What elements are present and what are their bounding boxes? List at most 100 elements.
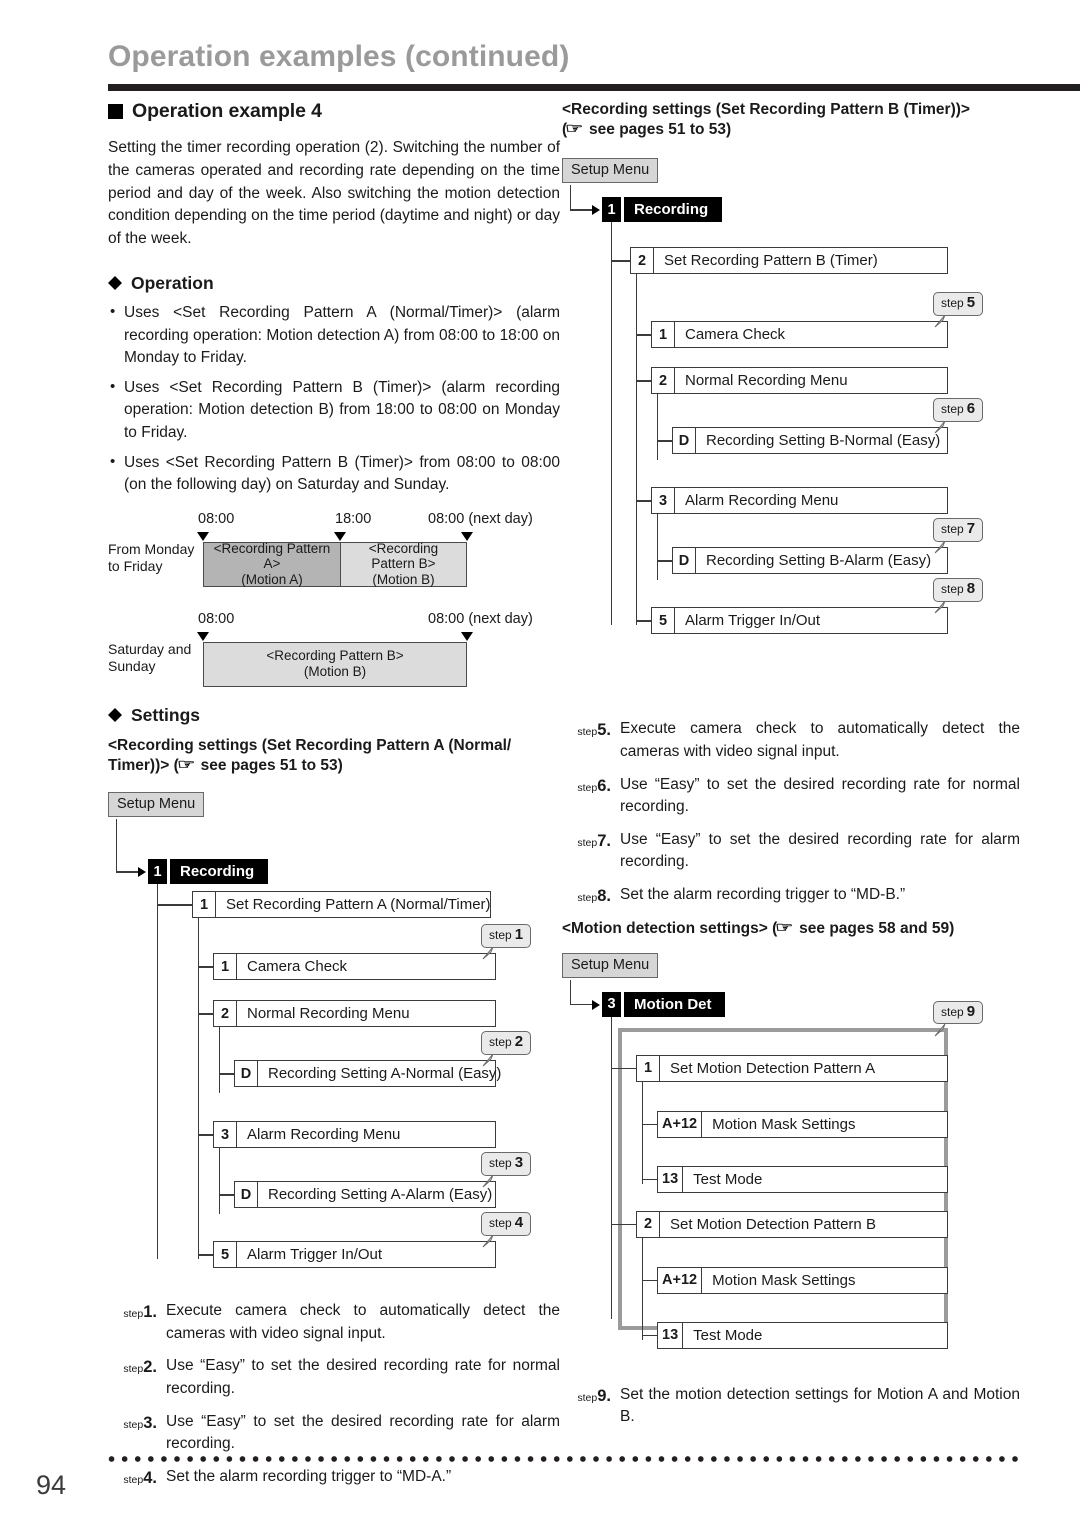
flow-row[interactable]: 5 Alarm Trigger In/Out (213, 1241, 496, 1269)
menu-label: Recording (170, 859, 269, 885)
timeline-bar: <Recording Pattern A> (Motion A) <Record… (203, 540, 467, 588)
step-callout-number: 3 (514, 1154, 524, 1172)
flow-row[interactable]: A+12 Motion Mask Settings (657, 1110, 948, 1138)
step-callout-tail-icon (482, 947, 494, 960)
connector-line (116, 871, 140, 873)
step-callout-tail-icon (482, 1235, 494, 1248)
step-callout-tail-icon (934, 541, 946, 554)
step-text: Use “Easy” to set the desired recording … (166, 1357, 560, 1398)
flow-row[interactable]: 1 Set Motion Detection Pattern A (636, 1054, 948, 1082)
hand-pointer-icon: ☞ (565, 120, 584, 137)
step-callout-number: 2 (514, 1033, 524, 1051)
flow-row-number: A+12 (658, 1267, 703, 1293)
flow-row[interactable]: 1 Set Recording Pattern A (Normal/Timer) (192, 891, 491, 919)
motion-detection-steps-list: step9. Set the motion detection settings… (562, 1384, 1020, 1429)
step-callout-tail-icon (934, 1023, 946, 1037)
connector-line (219, 1073, 235, 1075)
flow-row[interactable]: D Recording Setting B-Normal (Easy) (672, 427, 948, 455)
flow-row[interactable]: 5 Alarm Trigger In/Out (651, 607, 948, 635)
connector-line (157, 904, 192, 906)
connector-line (219, 1027, 221, 1094)
diamond-bullet-icon (108, 701, 122, 723)
flow-row[interactable]: 2 Set Recording Pattern B (Timer) (630, 247, 948, 275)
step-text: Set the motion detection settings for Mo… (620, 1385, 1020, 1426)
flow-row-label: Normal Recording Menu (247, 1005, 410, 1023)
step-callout-word: step (489, 1216, 512, 1231)
step-key: step8. (577, 887, 611, 906)
menu-recording-bar[interactable]: 1 Recording (148, 859, 269, 885)
operation-bullet-list: Uses <Set Recording Pattern A (Normal/Ti… (108, 301, 560, 497)
timeline-saturday-sunday: 08:00 08:00 (next day) Saturday and Sund… (108, 611, 560, 697)
flow-row[interactable]: D Recording Setting A-Alarm (Easy) (234, 1181, 496, 1209)
step-callout-number: 8 (966, 580, 976, 598)
list-item: Uses <Set Recording Pattern B (Timer)> f… (108, 451, 560, 497)
connector-line (642, 1279, 658, 1282)
step-callout: step 4 (481, 1212, 532, 1236)
flow-row-number: D (673, 428, 696, 454)
step-callout: step 7 (933, 518, 984, 542)
setup-menu-box[interactable]: Setup Menu (562, 158, 659, 184)
timeline-time-label: 08:00 (next day) (428, 510, 533, 527)
hand-pointer-icon: ☞ (176, 756, 196, 773)
step-callout-word: step (941, 1004, 964, 1019)
footer-dotted-rule (105, 1455, 1020, 1463)
setup-menu-box[interactable]: Setup Menu (108, 792, 205, 818)
flow-row-number: D (235, 1061, 258, 1087)
menu-recording-bar[interactable]: 1 Recording (602, 197, 723, 223)
flow-row[interactable]: 3 Alarm Recording Menu (651, 487, 948, 515)
timeline-segment: <Recording Pattern B> (Motion B) (339, 540, 466, 587)
flow-row-label: Set Recording Pattern A (Normal/Timer) (226, 896, 491, 914)
connector-line (642, 1178, 658, 1181)
recording-pattern-b-flowchart: Setup Menu 1 Recording 2 Set Recording P… (562, 158, 1020, 635)
flow-row[interactable]: 13 Test Mode (657, 1321, 948, 1349)
step-callout-word: step (941, 522, 964, 537)
motion-detection-subheading: <Motion detection settings> (☞ see pages… (562, 919, 1020, 939)
subheading-line2-pre: Timer))> ( (108, 757, 179, 775)
timeline-time-label: 08:00 (198, 510, 235, 527)
subheading-line2-post: see pages 51 to 53) (584, 121, 732, 139)
setup-menu-box[interactable]: Setup Menu (562, 952, 659, 978)
step-text: Execute camera check to automatically de… (166, 1302, 560, 1342)
flow-row-number: 13 (658, 1166, 684, 1192)
step-key: step5. (577, 721, 611, 740)
flow-row-label: Recording Setting A-Alarm (Easy) (268, 1186, 493, 1204)
timeline-segment: <Recording Pattern B> (Motion B) (204, 642, 466, 686)
connector-line (642, 1237, 644, 1340)
timeline-row-label-line2: Sunday (108, 657, 156, 674)
flow-row[interactable]: D Recording Setting A-Normal (Easy) (234, 1060, 501, 1088)
flow-row-number: 2 (214, 1001, 237, 1027)
menu-number: 3 (602, 991, 621, 1017)
timeline-row-label: From Monday to Friday (108, 541, 194, 575)
connector-line (198, 1013, 214, 1015)
step-callout: step 9 (933, 1000, 984, 1025)
step-callout: step 8 (933, 578, 984, 602)
flow-row[interactable]: D Recording Setting B-Alarm (Easy) (672, 547, 948, 575)
segment-line2: (Motion A) (241, 572, 303, 588)
flow-row[interactable]: 2 Normal Recording Menu (651, 367, 948, 395)
flow-row[interactable]: 1 Camera Check (213, 953, 496, 981)
connector-line (611, 1067, 637, 1070)
flow-row[interactable]: 3 Alarm Recording Menu (213, 1121, 496, 1149)
page-number: 94 (36, 1470, 67, 1500)
step-callout-tail-icon (482, 1054, 494, 1067)
segment-line1: <Recording (368, 540, 439, 556)
flow-row[interactable]: 2 Set Motion Detection Pattern B (636, 1210, 948, 1238)
flow-row[interactable]: 13 Test Mode (657, 1165, 948, 1193)
step-item: step5. Execute camera check to automatic… (562, 718, 1020, 763)
flow-row[interactable]: 1 Camera Check (651, 321, 948, 349)
subheading-line2-post: see pages 51 to 53) (196, 757, 343, 775)
flow-row-label: Set Motion Detection Pattern B (670, 1215, 876, 1233)
flow-row[interactable]: A+12 Motion Mask Settings (657, 1266, 948, 1294)
timeline-row-label-line1: From Monday (108, 540, 195, 557)
timeline-row-label-line2: to Friday (108, 557, 163, 574)
step-callout-tail-icon (482, 1175, 494, 1188)
flow-row-number: 3 (652, 488, 675, 514)
flow-row-label: Recording Setting B-Normal (Easy) (706, 432, 941, 450)
connector-line (198, 918, 200, 1260)
flow-row-number: 1 (193, 892, 216, 918)
flow-row[interactable]: 2 Normal Recording Menu (213, 1000, 496, 1028)
menu-motion-det-bar[interactable]: 3 Motion Det (602, 991, 726, 1017)
step-item: step1. Execute camera check to automatic… (108, 1300, 560, 1345)
recording-pattern-a-flowchart: Setup Menu 1 Recording 1 Set Recording P… (108, 792, 560, 1269)
list-item: Uses <Set Recording Pattern A (Normal/Ti… (108, 301, 560, 370)
